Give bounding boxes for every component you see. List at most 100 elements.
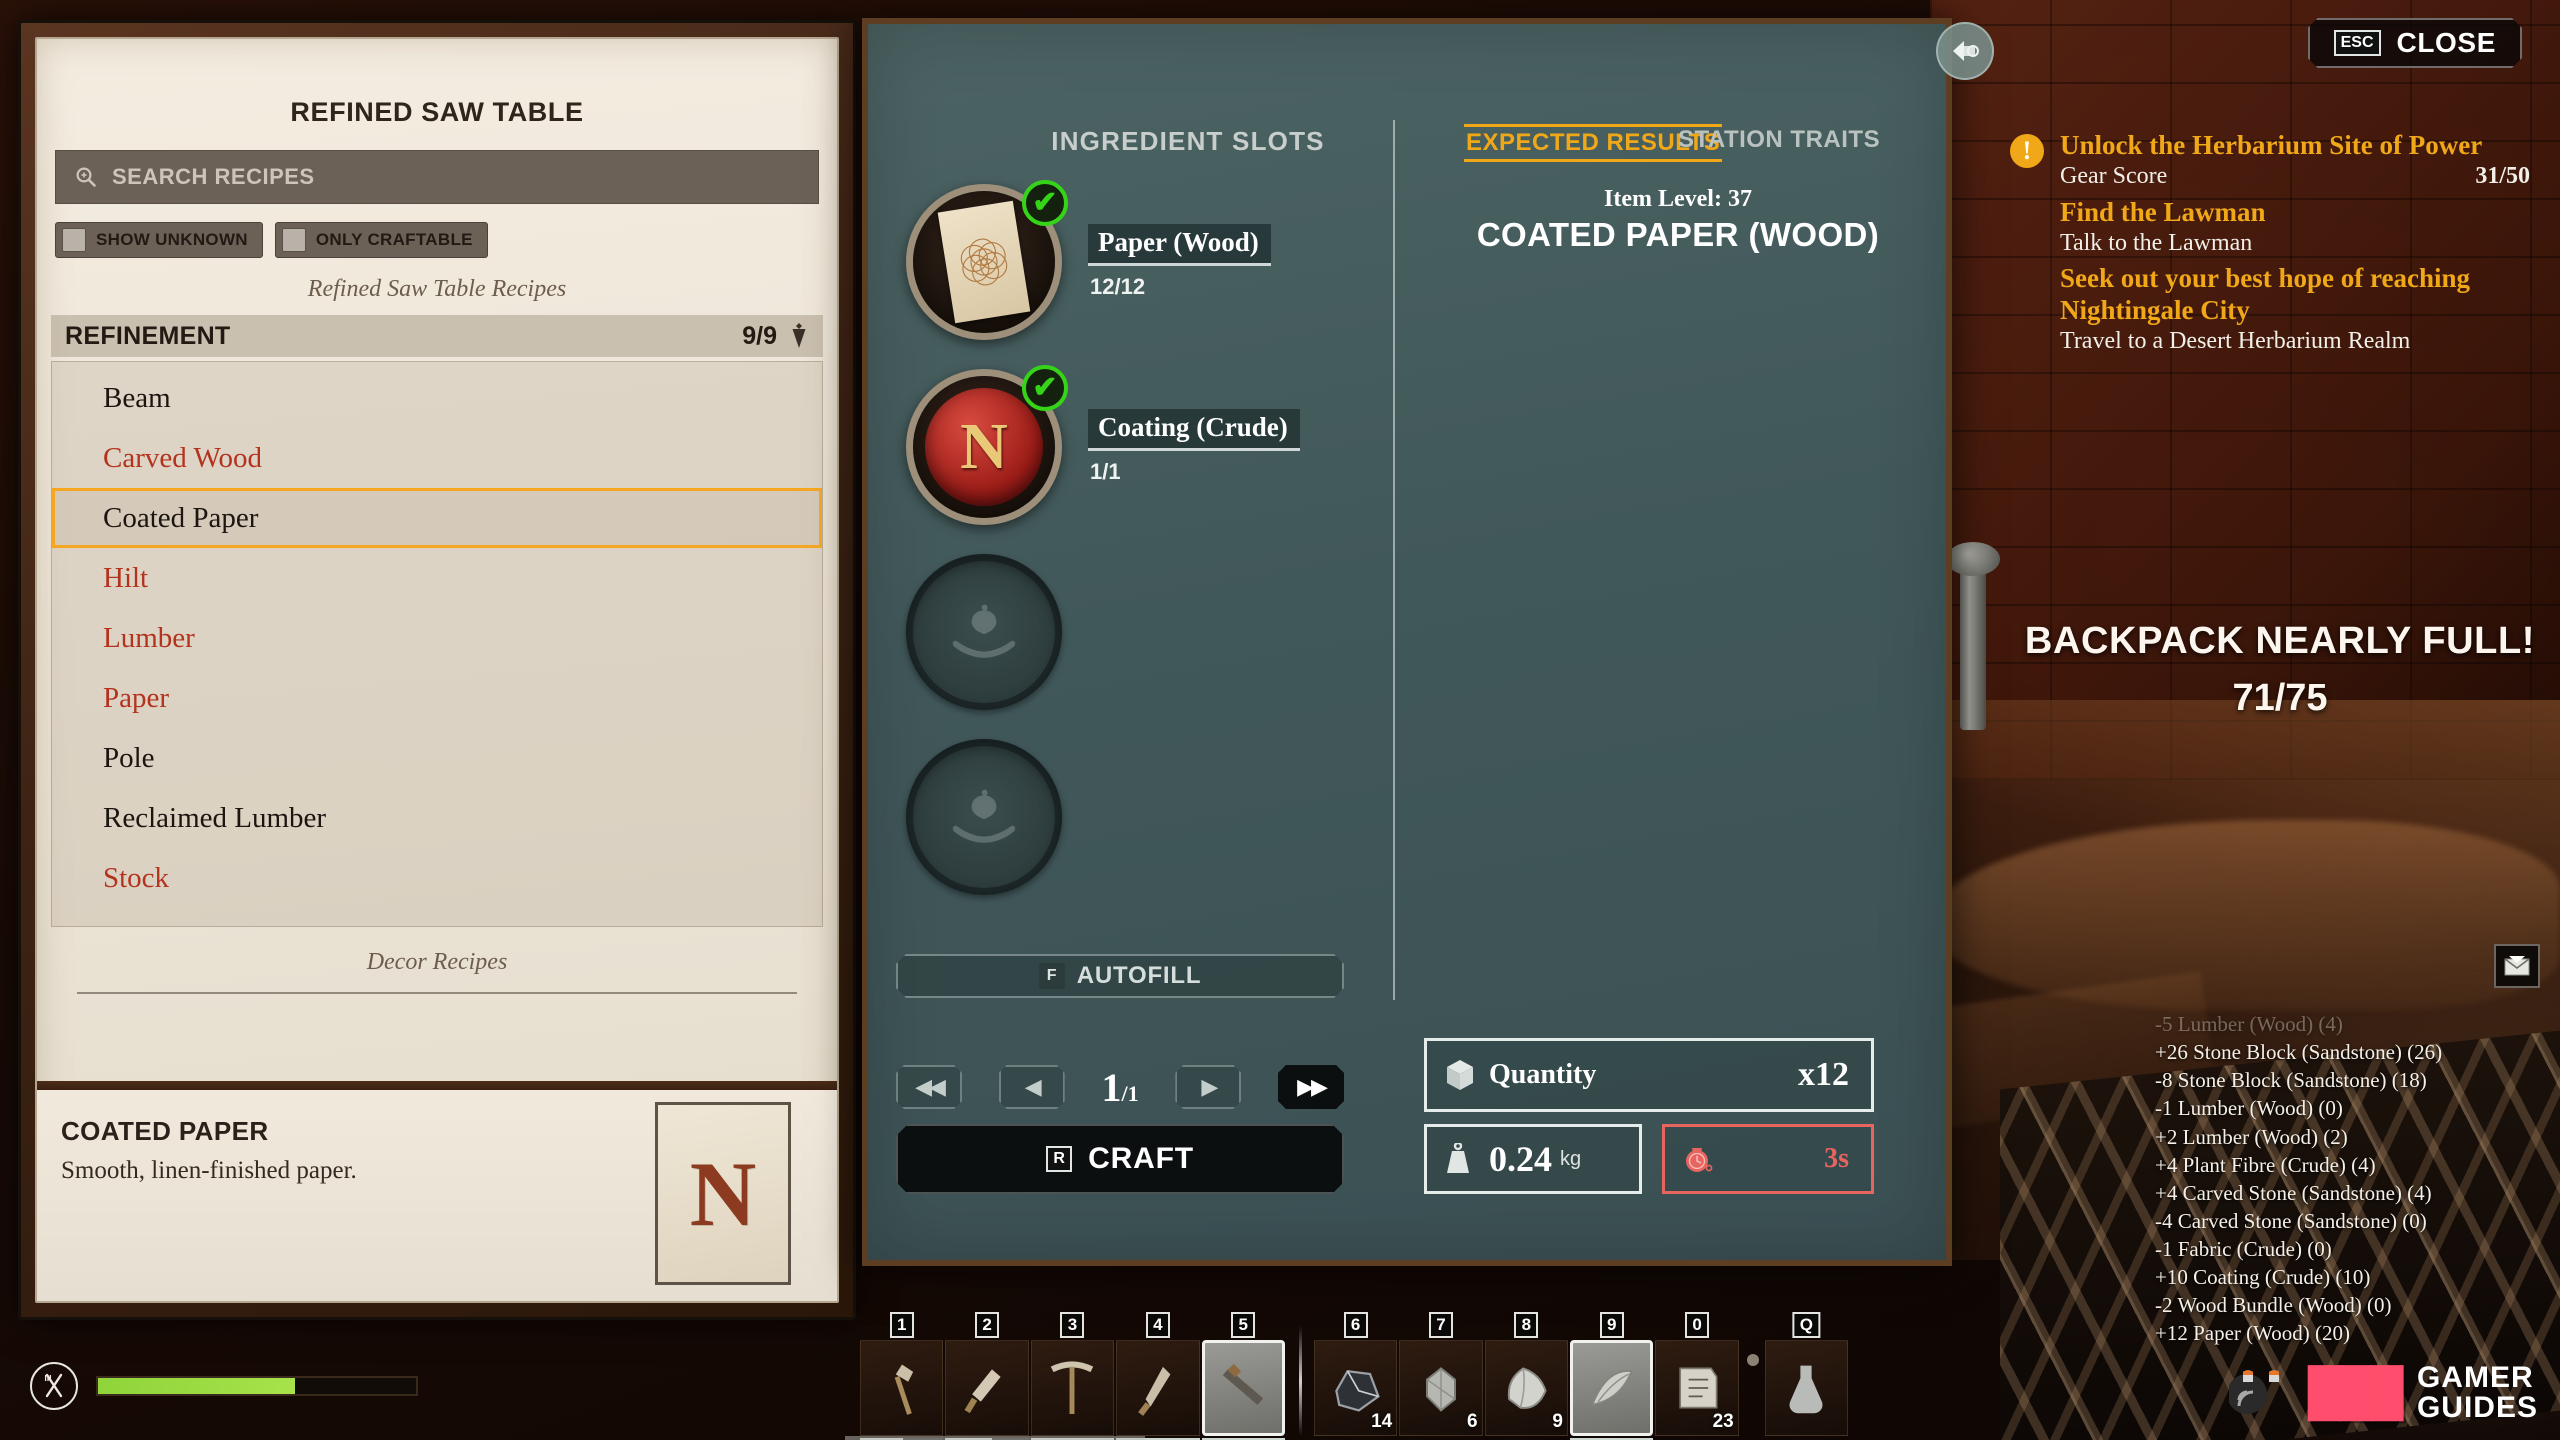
recipe-item[interactable]: Pole bbox=[52, 728, 822, 788]
recipe-detail-panel: COATED PAPER Smooth, linen-finished pape… bbox=[37, 1090, 837, 1301]
hotbar-slot-quantity: 23 bbox=[1712, 1411, 1734, 1432]
flask-icon bbox=[1764, 1340, 1849, 1436]
back-button[interactable] bbox=[1936, 22, 1994, 80]
hotbar-slot-key: 2 bbox=[975, 1312, 1000, 1338]
stepper-max: 1 bbox=[1127, 1080, 1139, 1106]
stepper-prev-button[interactable]: ◀ bbox=[999, 1065, 1065, 1109]
hotbar-slot[interactable]: 76 bbox=[1399, 1312, 1483, 1436]
hotbar-slot[interactable]: 4 bbox=[1116, 1312, 1200, 1440]
quest-progress: 31/50 bbox=[2475, 162, 2530, 189]
stepper-next-button[interactable]: ▶ bbox=[1175, 1065, 1241, 1109]
craft-button[interactable]: R CRAFT bbox=[896, 1124, 1344, 1194]
decor-recipes-label: Decor Recipes bbox=[366, 949, 508, 975]
blade-icon bbox=[1116, 1340, 1200, 1436]
hotbar[interactable]: 1 2 3 4 5 6 14 7 6 8 9 9 0 23 Q bbox=[860, 1312, 1850, 1440]
ingredient-2-count: 1/1 bbox=[1090, 459, 1121, 484]
recipes-subtitle: Refined Saw Table Recipes bbox=[307, 276, 567, 302]
recipe-item[interactable]: Beam bbox=[52, 368, 822, 428]
ingredient-slot-4[interactable] bbox=[906, 739, 1062, 895]
search-input[interactable]: SEARCH RECIPES bbox=[55, 150, 819, 204]
recipe-item[interactable]: Coated Paper bbox=[52, 488, 822, 548]
only-craftable-label: ONLY CRAFTABLE bbox=[315, 230, 473, 249]
gamer-guides-logo-icon bbox=[2228, 1370, 2279, 1415]
hotbar-slot[interactable]: 89 bbox=[1484, 1312, 1568, 1436]
hotbar-slot-key: 3 bbox=[1060, 1312, 1085, 1338]
show-unknown-checkbox[interactable] bbox=[62, 228, 86, 252]
craft-label: CRAFT bbox=[1088, 1142, 1194, 1175]
category-header-refinement[interactable]: REFINEMENT 9/9 bbox=[51, 315, 823, 357]
hotbar-slot-quantity: 9 bbox=[1552, 1411, 1563, 1432]
inventory-log-row: +10 Coating (Crude) (10) bbox=[2155, 1265, 2371, 1290]
only-craftable-checkbox[interactable] bbox=[281, 228, 306, 252]
hotbar-slot-key: 8 bbox=[1514, 1312, 1539, 1338]
result-item-name: COATED PAPER (WOOD) bbox=[1476, 216, 1880, 253]
recipe-item-label: Hilt bbox=[103, 561, 149, 594]
hotbar-slot[interactable]: 2 bbox=[945, 1312, 1029, 1440]
quest-entry: ! Unlock the Herbarium Site of Power Gear … bbox=[2010, 130, 2530, 191]
hotbar-slot[interactable]: 3 bbox=[1030, 1312, 1115, 1440]
gamer-guides-watermark: ▉▉▉ GAMER GUIDES bbox=[2228, 1362, 2538, 1425]
toggle-only-craftable[interactable]: ONLY CRAFTABLE bbox=[274, 222, 488, 258]
quest-objective: Gear Score bbox=[2060, 162, 2168, 189]
close-button[interactable]: ESC CLOSE bbox=[2308, 18, 2522, 68]
hunger-bar bbox=[96, 1376, 418, 1396]
quest-objective-row: Talk to the Lawman bbox=[2060, 229, 2530, 258]
inventory-log-row: +2 Lumber (Wood) (2) bbox=[2155, 1124, 2348, 1149]
mail-envelope-icon[interactable] bbox=[2494, 944, 2540, 988]
recipe-item-label: Carved Wood bbox=[103, 441, 263, 474]
recipe-item[interactable]: Stock bbox=[52, 848, 822, 908]
quest-marker-icon: ! bbox=[2010, 134, 2044, 168]
close-label: CLOSE bbox=[2396, 27, 2496, 58]
search-placeholder: SEARCH RECIPES bbox=[112, 164, 315, 189]
recipe-item[interactable]: Paper bbox=[52, 668, 822, 728]
ingredient-slot-2[interactable]: N ✔ bbox=[906, 365, 1068, 525]
empty-slot-hand-icon bbox=[952, 789, 1016, 843]
autofill-label: AUTOFILL bbox=[1076, 962, 1202, 989]
recipe-item[interactable]: Carved Wood bbox=[52, 428, 822, 488]
tab-station-traits[interactable]: STATION TRAITS bbox=[1678, 126, 1880, 154]
weight-unit: kg bbox=[1560, 1147, 1582, 1170]
recipe-item[interactable]: Hilt bbox=[52, 548, 822, 608]
recipe-item[interactable]: Reclaimed Lumber bbox=[52, 788, 822, 848]
watermark-brand: GAMER GUIDES bbox=[2416, 1362, 2538, 1425]
hotbar-slot-key: 0 bbox=[1685, 1312, 1710, 1338]
recipe-item-label: Paper bbox=[103, 681, 170, 714]
filter-pin-icon bbox=[792, 323, 806, 348]
hotbar-slot-quantity: 14 bbox=[1371, 1411, 1393, 1432]
watermark-line2: GUIDES bbox=[2416, 1391, 2538, 1425]
slot-2-filled-check-icon: ✔ bbox=[1022, 365, 1068, 411]
hotbar-slot-key: 5 bbox=[1231, 1312, 1256, 1338]
result-time-box: 3s bbox=[1662, 1124, 1874, 1194]
recipe-book-page: REFINED SAW TABLE SEARCH RECIPES SHOW UN… bbox=[35, 37, 839, 1303]
toggle-show-unknown[interactable]: SHOW UNKNOWN bbox=[55, 222, 263, 258]
hotbar-slot-quantity: 6 bbox=[1467, 1411, 1478, 1432]
stepper-first-button[interactable]: ◀◀ bbox=[896, 1065, 962, 1109]
wax-seal-icon: N bbox=[925, 388, 1043, 506]
ingredient-slot-3[interactable] bbox=[906, 554, 1062, 710]
stepper-last-button[interactable]: ▶▶ bbox=[1278, 1065, 1344, 1109]
hotbar-slot[interactable]: 0 23 bbox=[1655, 1312, 1739, 1436]
recipe-list[interactable]: Beam Carved Wood Coated Paper Hilt Lumber Pap… bbox=[51, 361, 823, 927]
recipe-item[interactable]: Lumber bbox=[52, 608, 822, 668]
autofill-button[interactable]: F AUTOFILL bbox=[896, 954, 1344, 998]
saw-icon bbox=[1201, 1340, 1285, 1436]
quest-objective: Travel to a Desert Herbarium Realm bbox=[2060, 328, 2411, 355]
inventory-log-row: -1 Fabric (Crude) (0) bbox=[2155, 1237, 2332, 1261]
autofill-keycap: F bbox=[1039, 963, 1065, 989]
detail-item-thumbnail: N bbox=[655, 1102, 791, 1285]
ingredient-slot-1[interactable]: ✔ bbox=[906, 180, 1068, 340]
hotbar-slot[interactable]: 9 bbox=[1569, 1312, 1654, 1440]
weight-icon bbox=[1447, 1143, 1469, 1173]
weight-value: 0.24 bbox=[1489, 1139, 1552, 1179]
hotbar-slot[interactable]: 1 bbox=[860, 1312, 944, 1440]
inventory-log-row: -1 Lumber (Wood) (0) bbox=[2155, 1096, 2343, 1121]
back-arrow-icon bbox=[1953, 41, 1979, 61]
quest-entry: Seek out your best hope of reaching Nigh… bbox=[2060, 263, 2530, 356]
empty-slot-hand-icon bbox=[952, 604, 1016, 658]
inventory-log-row: +12 Paper (Wood) (20) bbox=[2155, 1321, 2351, 1346]
search-icon bbox=[76, 167, 96, 187]
hotbar-slot[interactable]: Q bbox=[1764, 1312, 1849, 1436]
hotbar-slot[interactable]: 5 bbox=[1201, 1312, 1285, 1440]
hotbar-slot[interactable]: 6 14 bbox=[1313, 1312, 1398, 1436]
recipe-item-label: Reclaimed Lumber bbox=[103, 801, 327, 834]
